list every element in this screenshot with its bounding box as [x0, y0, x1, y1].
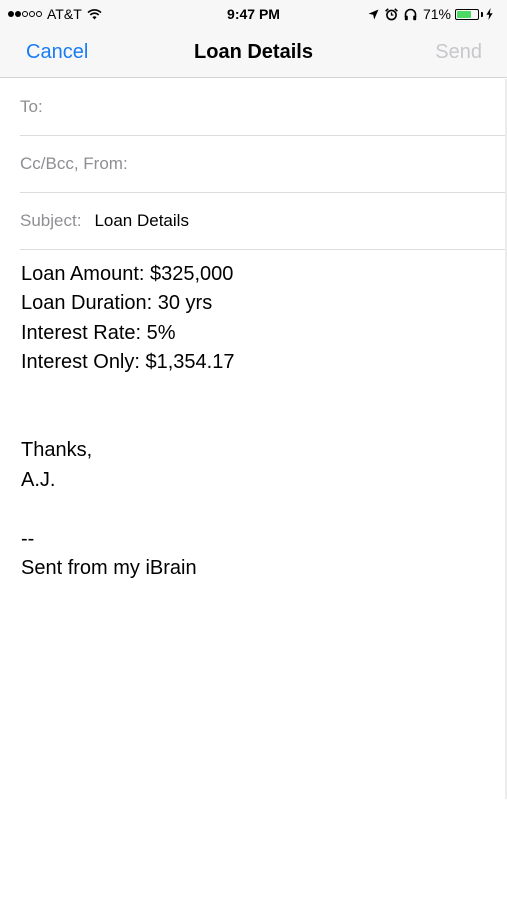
body-line: Loan Amount: $325,000	[21, 263, 234, 285]
body-line: Loan Duration: 30 yrs	[21, 292, 213, 315]
body-line: A.J.	[21, 468, 56, 491]
body-line: Interest Only: $1,354.17	[21, 351, 235, 374]
status-right: 71%	[368, 5, 499, 23]
to-label: To:	[20, 97, 43, 116]
battery-icon	[455, 8, 479, 20]
battery-tip	[481, 11, 483, 17]
charging-bolt-icon	[486, 8, 493, 20]
subject-label: Subject:	[20, 211, 82, 230]
subject-field[interactable]: Subject: Loan Details	[20, 193, 507, 250]
body-line: Thanks,	[21, 439, 93, 462]
alarm-clock-icon	[385, 7, 398, 20]
compose-nav-bar: Cancel Loan Details Send	[0, 28, 507, 78]
message-body[interactable]: Loan Amount: $325,000 Loan Duration: 30 …	[21, 260, 491, 583]
cc-bcc-from-label: Cc/Bcc, From:	[20, 154, 128, 173]
body-line: Interest Rate: 5%	[21, 321, 176, 344]
page-title: Loan Details	[194, 41, 313, 63]
subject-input[interactable]: Loan Details	[94, 211, 189, 231]
to-field[interactable]: To:	[20, 79, 507, 136]
body-line	[21, 407, 491, 436]
body-line	[21, 495, 491, 524]
body-line	[21, 378, 491, 407]
body-line: Sent from my iBrain	[21, 557, 197, 580]
battery-percent: 71%	[422, 6, 451, 22]
headphones-icon	[404, 8, 417, 20]
location-arrow-icon	[368, 9, 379, 19]
send-button[interactable]: Send	[435, 40, 482, 64]
cc-bcc-from-field[interactable]: Cc/Bcc, From:	[20, 136, 507, 193]
body-line: --	[21, 527, 35, 550]
battery-fill	[457, 10, 472, 18]
status-bar: AT&T 9:47 PM 71%	[0, 0, 507, 28]
